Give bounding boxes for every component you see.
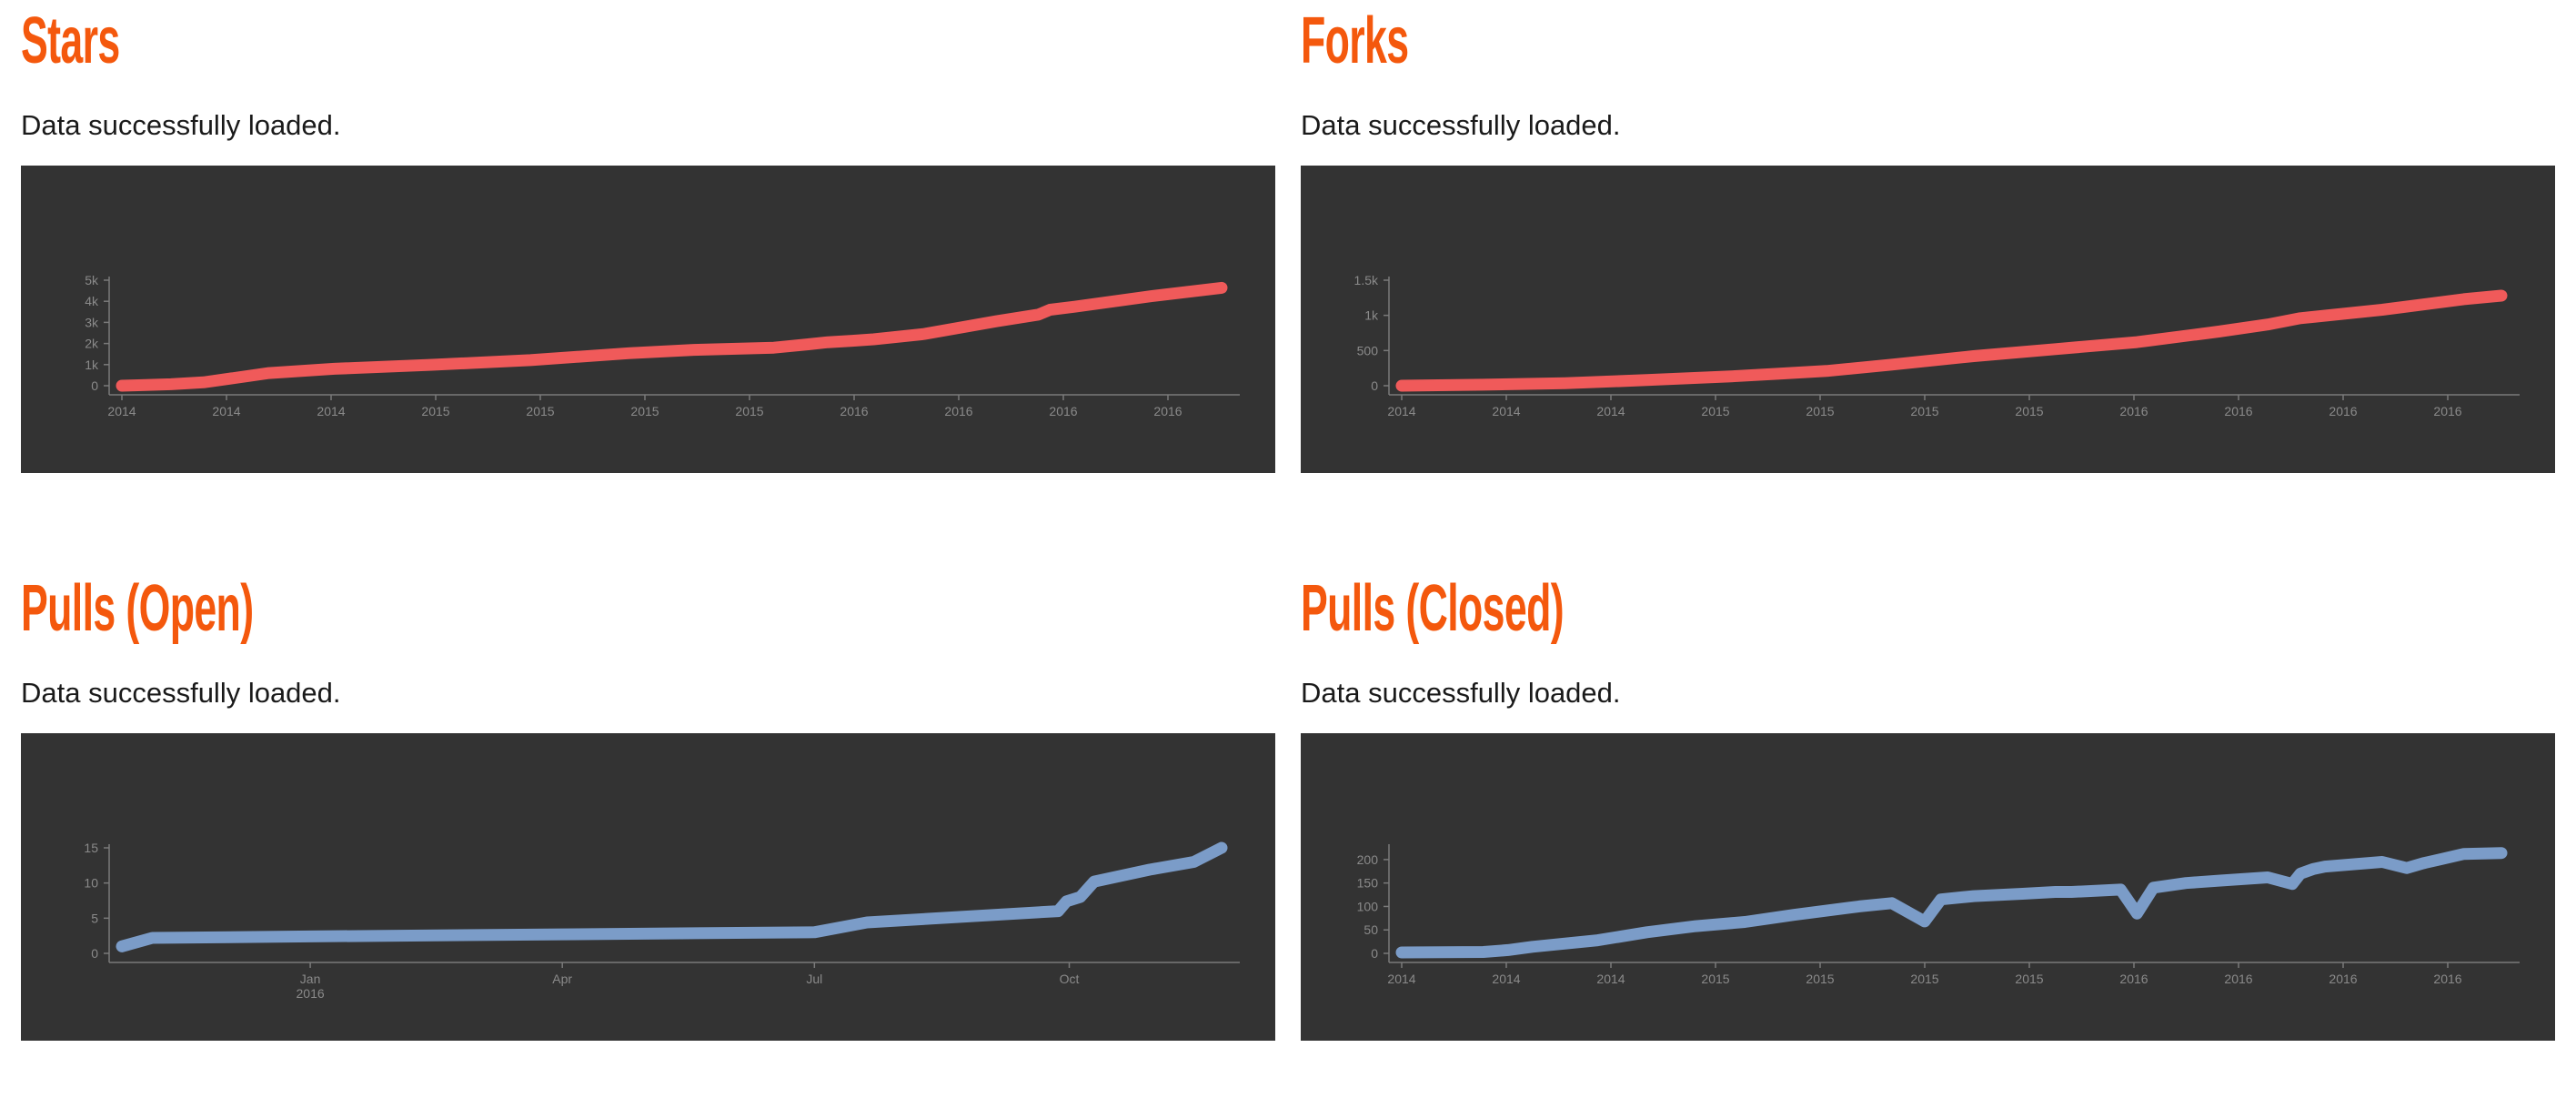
x-tick-label: 2015 (1910, 972, 1938, 986)
x-tick-label: 2015 (1910, 404, 1938, 418)
pulls-closed-chart-svg: 0 50 100 150 200 2014 2014 2014 2015 2015 2015 2015… (1357, 844, 2520, 986)
x-tick-label: 2014 (1492, 972, 1520, 986)
y-tick-label: 2k (85, 337, 99, 351)
x-tick-label: 2015 (1806, 404, 1834, 418)
y-tick-label: 500 (1357, 343, 1379, 358)
y-tick-label: 1.5k (1354, 273, 1379, 287)
x-tick-label: 2015 (2015, 404, 2043, 418)
x-tick-label: 2014 (212, 404, 240, 418)
x-tick-label: 2016 (2119, 972, 2148, 986)
stars-chart: 0 1k 2k 3k 4k 5k 2014 2014 2014 2015 2015 2015 2015 2… (21, 166, 1275, 473)
y-tick-label: 100 (1357, 899, 1379, 913)
x-tick-label: 2014 (1387, 972, 1415, 986)
x-tick-label: 2016 (2433, 972, 2461, 986)
x-tick-label: 2015 (1701, 404, 1729, 418)
stars-chart-svg: 0 1k 2k 3k 4k 5k 2014 2014 2014 2015 2015 2015 2015 2… (85, 273, 1240, 418)
x-tick-label: 2015 (2015, 972, 2043, 986)
x-tick-label: 2015 (630, 404, 659, 418)
status-message: Data successfully loaded. (21, 109, 341, 141)
x-tick-label: 2014 (1596, 972, 1625, 986)
y-tick-label: 0 (1371, 946, 1378, 961)
y-tick-label: 0 (91, 946, 98, 961)
x-tick-label: 2015 (735, 404, 763, 418)
y-tick-label: 150 (1357, 876, 1379, 891)
forks-chart: 0 500 1k 1.5k 2014 2014 2014 2015 2015 2015 2015 20… (1301, 166, 2555, 473)
pulls-open-chart: 0 5 10 15 Jan 2016 Apr Jul Oct (21, 733, 1275, 1041)
y-tick-label: 15 (84, 841, 98, 855)
series-line (116, 841, 1228, 952)
x-tick-label: 2014 (107, 404, 136, 418)
x-tick-label: 2014 (1596, 404, 1625, 418)
y-tick-label: 200 (1357, 852, 1379, 867)
x-tick-label: 2016 (2329, 972, 2357, 986)
y-tick-label: 50 (1363, 922, 1378, 937)
x-tick-sublabel: 2016 (297, 986, 325, 1001)
x-tick-label: 2016 (944, 404, 972, 418)
pulls-closed-chart: 0 50 100 150 200 2014 2014 2014 2015 2015 2015 2015… (1301, 733, 2555, 1041)
x-tick-label: 2016 (2224, 972, 2252, 986)
x-tick-label: 2015 (421, 404, 449, 418)
x-tick-label: 2014 (1387, 404, 1415, 418)
x-tick-label: Jan (300, 972, 321, 986)
status-message: Data successfully loaded. (21, 677, 341, 709)
x-tick-label: 2014 (317, 404, 345, 418)
x-tick-label: 2016 (2329, 404, 2357, 418)
y-tick-label: 10 (84, 876, 98, 891)
y-tick-label: 3k (85, 315, 99, 329)
x-tick-label: 2016 (1153, 404, 1182, 418)
status-message: Data successfully loaded. (1301, 109, 1621, 141)
x-tick-label: 2016 (2119, 404, 2148, 418)
x-tick-label: 2015 (526, 404, 554, 418)
y-tick-label: 4k (85, 294, 99, 308)
x-tick-label: 2016 (2433, 404, 2461, 418)
x-tick-label: 2016 (840, 404, 868, 418)
x-tick-label: 2015 (1806, 972, 1834, 986)
y-tick-label: 1k (85, 358, 99, 372)
panel-title: Forks (1301, 5, 1409, 77)
x-tick-label: 2015 (1701, 972, 1729, 986)
y-tick-label: 5 (91, 911, 98, 925)
y-tick-label: 0 (1371, 378, 1378, 393)
series-line (116, 281, 1228, 392)
pulls-open-chart-svg: 0 5 10 15 Jan2016 Apr Jul Oct (84, 841, 1240, 1001)
series-line (1395, 847, 2508, 959)
panel-title: Pulls (Closed) (1301, 572, 1565, 645)
y-tick-label: 0 (91, 378, 98, 393)
x-tick-label: 2014 (1492, 404, 1520, 418)
y-tick-label: 1k (1364, 308, 1379, 323)
x-tick-label: Apr (552, 972, 572, 986)
y-tick-label: 5k (85, 273, 99, 287)
x-tick-label: Oct (1060, 972, 1080, 986)
x-tick-label: 2016 (1049, 404, 1077, 418)
status-message: Data successfully loaded. (1301, 677, 1621, 709)
x-tick-label: 2016 (2224, 404, 2252, 418)
series-line (1395, 289, 2508, 392)
x-tick-label: Jul (806, 972, 822, 986)
forks-chart-svg: 0 500 1k 1.5k 2014 2014 2014 2015 2015 2015 2015 20… (1354, 273, 2520, 418)
panel-title: Pulls (Open) (21, 572, 254, 645)
panel-title: Stars (21, 5, 120, 77)
